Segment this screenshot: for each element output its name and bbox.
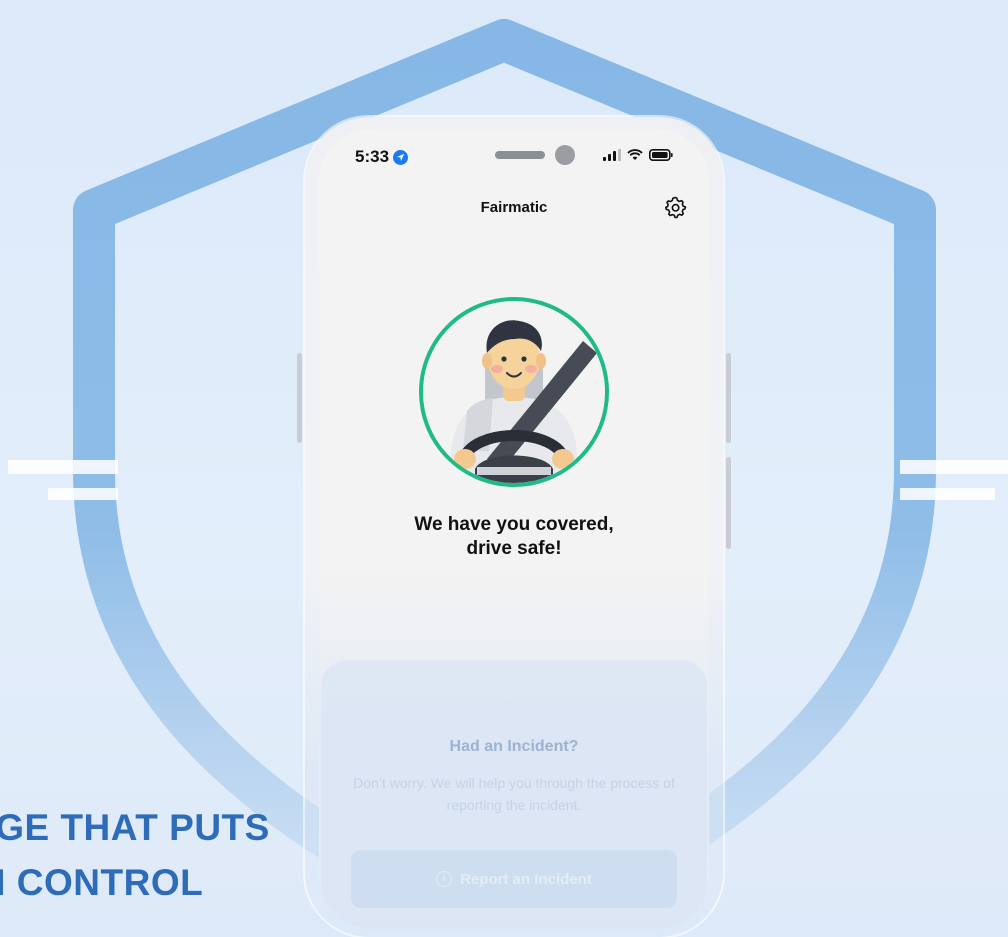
location-arrow-icon: [393, 149, 409, 165]
incident-card-text: Don’t worry. We will help you through th…: [353, 775, 675, 813]
battery-icon: [649, 149, 673, 161]
phone-side-button-right-1: [726, 353, 731, 443]
incident-card: Had an Incident? Don’t worry. We will he…: [321, 660, 707, 929]
gear-icon[interactable]: [663, 195, 687, 219]
deco-line-left-2: [48, 488, 118, 500]
phone-side-button-right-2: [726, 457, 731, 549]
report-incident-label: Report an Incident: [460, 870, 592, 888]
notch-speaker: [495, 151, 545, 159]
tagline-line-1: AGE THAT PUTS: [0, 807, 270, 848]
driver-avatar-icon: [423, 301, 605, 483]
deco-line-right-2: [900, 488, 995, 500]
app-title: Fairmatic: [480, 199, 548, 216]
status-bar-time: 5:33: [355, 147, 409, 167]
deco-line-right-1: [900, 460, 1008, 474]
tagline-line-2: IN CONTROL: [0, 862, 204, 903]
status-bar-icons: [603, 149, 673, 161]
wifi-icon: [627, 149, 643, 160]
headline-line-1: We have you covered,: [414, 514, 614, 535]
incident-card-title: Had an Incident?: [449, 738, 579, 755]
headline-line-2: drive safe!: [466, 538, 562, 559]
notch-camera: [555, 145, 575, 165]
phone-mockup: 5:33 Fairmatic We have you covered, driv…: [297, 117, 731, 937]
report-incident-button[interactable]: i Report an Incident: [351, 850, 677, 908]
driver-illustration: [419, 297, 609, 487]
phone-side-button-left: [297, 353, 302, 443]
coverage-headline: We have you covered, drive safe!: [319, 513, 709, 561]
status-time-text: 5:33: [355, 147, 390, 166]
info-icon: i: [436, 871, 453, 887]
phone-screen: 5:33 Fairmatic We have you covered, driv…: [319, 129, 709, 929]
deco-line-left-1: [8, 460, 118, 474]
tagline: AGE THAT PUTS IN CONTROL: [0, 800, 270, 910]
cellular-signal-icon: [603, 149, 621, 161]
